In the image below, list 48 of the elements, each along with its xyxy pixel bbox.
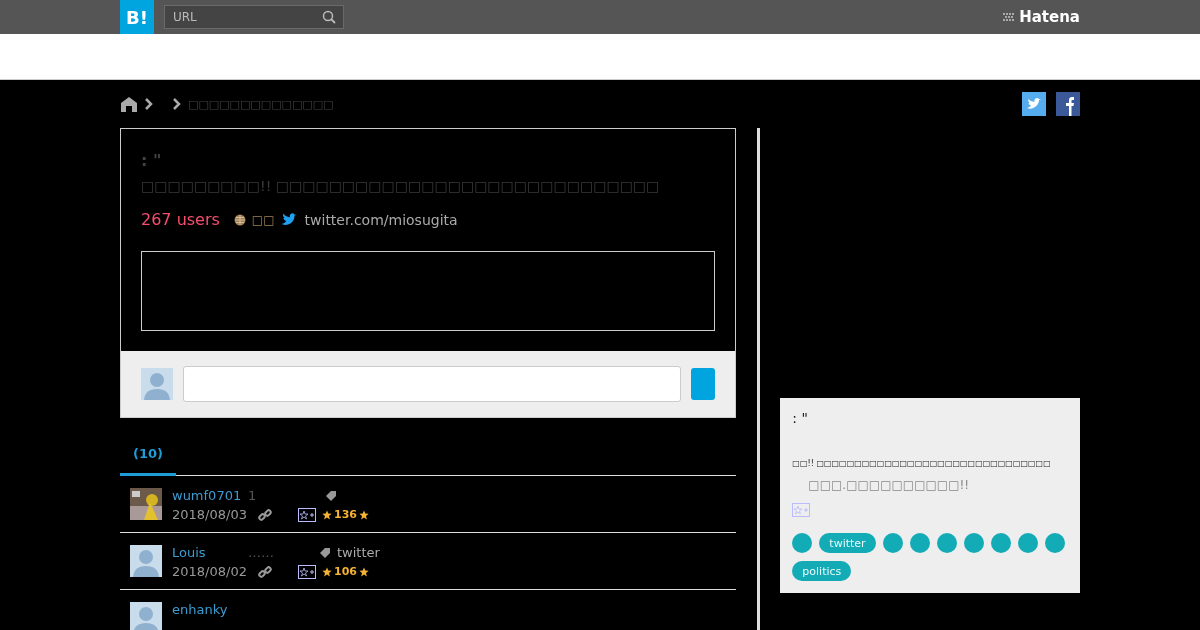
submit-button[interactable] (691, 368, 716, 400)
tag-pill[interactable] (909, 533, 930, 553)
chevron-icon (172, 97, 182, 111)
link-icon[interactable] (258, 564, 272, 579)
facebook-icon[interactable] (1056, 92, 1080, 116)
tag-pill[interactable] (882, 533, 903, 553)
star-count[interactable]: 106 (334, 565, 357, 578)
bookmark-date[interactable]: 2018/08/03 (172, 507, 252, 522)
user-count[interactable]: 267 users (141, 210, 220, 229)
bird-icon[interactable] (1022, 92, 1046, 116)
brand-name[interactable]: Hatena (1019, 8, 1080, 26)
comment-field[interactable] (183, 366, 682, 402)
user-name[interactable]: Louis (172, 545, 242, 560)
tab[interactable]: (10) (120, 436, 176, 476)
side-title[interactable]: □□!! □□□□□□□□□□□□□□□□□□□□□□□□□□□□□□□ (792, 456, 1051, 472)
logo-icon (1002, 12, 1017, 22)
star-icon (358, 509, 369, 520)
chevron-icon (144, 97, 154, 111)
user-name[interactable]: enhanky (172, 602, 242, 617)
search-icon[interactable] (322, 10, 336, 24)
avatar-icon (130, 545, 162, 577)
tag-pill[interactable] (936, 533, 957, 553)
globe-icon (233, 213, 246, 226)
bookmark-date[interactable]: 2018/08/02 (172, 564, 252, 579)
avatar-icon (141, 368, 173, 400)
tag-pill[interactable] (990, 533, 1011, 553)
side-subtitle: □□□.□□□□□□□□□□!! (808, 478, 971, 492)
star-icon (358, 566, 369, 577)
comment-text: 1 (248, 488, 258, 503)
home-icon[interactable] (120, 96, 138, 112)
entry-domain[interactable]: twitter.com/miosugita (304, 211, 458, 228)
tag-label[interactable]: twitter (337, 545, 380, 560)
search-field[interactable]: URL (164, 5, 344, 29)
avatar-icon (130, 602, 162, 630)
tag-pill[interactable] (1044, 533, 1065, 553)
bird-icon (280, 212, 299, 227)
side-prefix: : " (792, 410, 809, 426)
tag-pill[interactable] (1017, 533, 1038, 553)
user-name[interactable]: wumf0701 (172, 488, 242, 503)
entry-prefix: : " (141, 151, 163, 170)
tag-pill[interactable] (792, 533, 813, 553)
star-count[interactable]: 136 (334, 508, 357, 521)
star-icon (322, 566, 332, 577)
category[interactable]: □□ (251, 212, 275, 227)
comment-text: …… (248, 545, 275, 560)
link-icon[interactable] (258, 507, 272, 522)
tag-pill[interactable] (963, 533, 984, 553)
star-icon (322, 509, 332, 520)
